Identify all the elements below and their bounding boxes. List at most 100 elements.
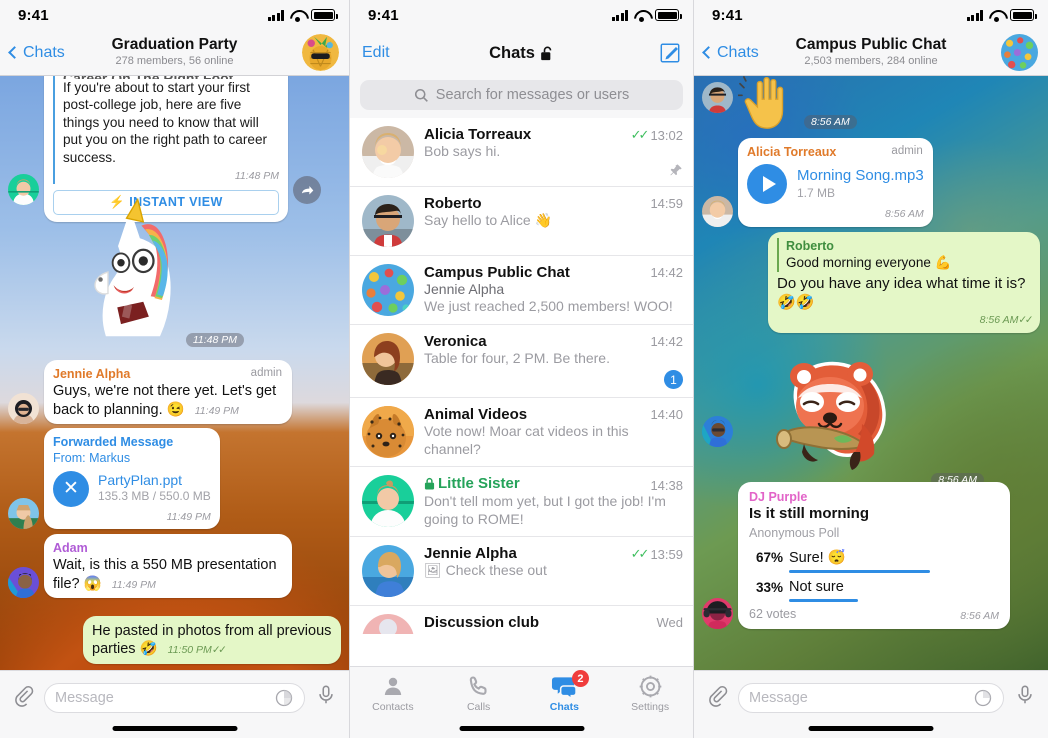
- avatar-adam[interactable]: [8, 566, 39, 598]
- avatar[interactable]: [362, 545, 414, 598]
- phone-icon: [467, 673, 491, 699]
- list-item-body: Campus Public Chat 14:42 Jennie Alpha We…: [424, 264, 683, 316]
- message-bubble-forwarded[interactable]: Forwarded Message From: Markus ✕ PartyPl…: [44, 428, 220, 529]
- avatar-forward-sender[interactable]: [8, 497, 39, 529]
- chat-background-nature: 8:56 AM Alicia Torreaux admin Morning So…: [694, 76, 1048, 670]
- poll-subtitle: Anonymous Poll: [749, 526, 840, 540]
- message-bubble-reply[interactable]: Roberto Good morning everyone 💪 Do you h…: [768, 232, 1040, 334]
- tab-contacts[interactable]: Contacts: [350, 673, 436, 713]
- chat-badges: [424, 163, 683, 177]
- avatar[interactable]: [362, 195, 414, 247]
- message-bubble-jennie[interactable]: Jennie Alpha admin Guys, we're not there…: [44, 360, 292, 424]
- tab-chats[interactable]: 2 Chats: [522, 670, 608, 713]
- tab-calls[interactable]: Calls: [436, 673, 522, 713]
- list-item[interactable]: Jennie Alpha ✓✓ 13:59 🖼 Check these out: [350, 537, 693, 607]
- message-input-right[interactable]: Message: [738, 683, 1004, 713]
- gear-icon: [638, 673, 663, 699]
- message-placeholder: Message: [55, 690, 114, 706]
- avatar[interactable]: [362, 126, 414, 178]
- avatar-dj[interactable]: [702, 416, 733, 447]
- list-item[interactable]: Roberto 14:59 Say hello to Alice 👋: [350, 187, 693, 256]
- back-to-chats-button[interactable]: Chats: [8, 44, 65, 62]
- chat-avatar[interactable]: [1001, 34, 1038, 71]
- paperclip-icon[interactable]: [706, 683, 728, 707]
- home-indicator-left: [112, 726, 237, 731]
- cancel-download-icon[interactable]: ✕: [53, 470, 89, 507]
- avatar[interactable]: [362, 333, 414, 385]
- avatar-dj-purple[interactable]: [702, 598, 733, 630]
- jennie-avatar: [362, 545, 414, 598]
- status-icons: [611, 9, 682, 22]
- poll-option-label: Sure! 😴: [789, 549, 846, 566]
- roberto-avatar: [702, 82, 733, 113]
- avatar[interactable]: [362, 614, 414, 634]
- roberto-avatar: [362, 195, 414, 247]
- avatar[interactable]: [362, 264, 414, 316]
- search-input[interactable]: Search for messages or users: [360, 80, 683, 110]
- sticker-smiley-icon[interactable]: [274, 688, 294, 708]
- read-receipt-icon: ✓✓: [630, 546, 650, 562]
- phone-right-campus-chat: 9:41 Chats Campus Public Chat 2,503 memb…: [694, 0, 1048, 738]
- chat-time: ✓✓ 13:59: [631, 546, 683, 562]
- message-sender-name: Adam: [53, 541, 88, 555]
- waving-hand-sticker[interactable]: [737, 76, 800, 132]
- audio-attachment[interactable]: Morning Song.mp3 1.7 MB: [747, 164, 924, 205]
- back-to-chats-button[interactable]: Chats: [702, 44, 759, 62]
- document-attachment[interactable]: ✕ PartyPlan.ppt 135.3 MB / 550.0 MB: [53, 470, 211, 507]
- message-row-audio: Alicia Torreaux admin Morning Song.mp3 1…: [694, 138, 1048, 227]
- list-item[interactable]: Alicia Torreaux ✓✓ 13:02 Bob says hi.: [350, 118, 693, 187]
- avatar-sender-preview[interactable]: [8, 174, 39, 205]
- avatar-jennie[interactable]: [8, 392, 39, 424]
- page-title: Chats: [489, 43, 535, 62]
- tab-settings[interactable]: Settings: [607, 673, 693, 713]
- chat-avatar[interactable]: [302, 34, 339, 71]
- link-preview-body: Career On The Right Foot If you're about…: [53, 76, 279, 184]
- cellular-signal-icon: [966, 9, 983, 21]
- list-item-body: Animal Videos 14:40 Vote now! Moar cat v…: [424, 406, 683, 458]
- poll-option[interactable]: 67% Sure! 😴: [749, 549, 999, 574]
- chat-name: Little Sister: [438, 475, 520, 493]
- message-placeholder: Message: [749, 690, 808, 706]
- avatar[interactable]: [362, 475, 414, 528]
- poll-bubble[interactable]: DJ Purple Is it still morning Anonymous …: [738, 482, 1010, 630]
- poll-option[interactable]: 33% Not sure: [749, 578, 999, 603]
- list-item[interactable]: Animal Videos 14:40 Vote now! Moar cat v…: [350, 398, 693, 468]
- unicorn-sticker[interactable]: 11:48 PM: [58, 194, 244, 352]
- avatar-roberto[interactable]: [702, 82, 733, 113]
- compose-pencil-icon[interactable]: [659, 42, 681, 64]
- avatar-alicia[interactable]: [702, 195, 733, 227]
- chat-name-secret: Little Sister: [424, 475, 650, 492]
- red-panda-sticker[interactable]: 8:56 AM: [742, 344, 984, 487]
- microphone-icon[interactable]: [315, 683, 337, 707]
- avatar[interactable]: [362, 406, 414, 459]
- forward-message-button[interactable]: [293, 176, 321, 204]
- paperclip-icon[interactable]: [12, 683, 34, 707]
- sticker-smiley-icon[interactable]: [973, 688, 993, 708]
- wifi-icon: [989, 10, 1004, 22]
- list-item[interactable]: Discussion club Wed Veronica Sincerely, …: [350, 606, 693, 634]
- message-bubble-adam[interactable]: Adam Wait, is this a 550 MB presentation…: [44, 534, 292, 598]
- play-icon[interactable]: [747, 164, 787, 205]
- list-item[interactable]: Little Sister 14:38 Don't tell mom yet, …: [350, 467, 693, 538]
- list-item[interactable]: Veronica 14:42 Table for four, 2 PM. Be …: [350, 325, 693, 399]
- list-item-body: Veronica 14:42 Table for four, 2 PM. Be …: [424, 333, 683, 390]
- quoted-message[interactable]: Roberto Good morning everyone 💪: [777, 238, 1031, 272]
- edit-button[interactable]: Edit: [362, 44, 390, 62]
- message-input-left[interactable]: Message: [44, 683, 305, 713]
- message-time: 11:49 PM: [166, 510, 211, 523]
- chat-time: ✓✓ 13:02: [631, 127, 683, 143]
- chat-preview: Don't tell mom yet, but I got the job! I…: [424, 493, 666, 527]
- message-bubble-audio[interactable]: Alicia Torreaux admin Morning Song.mp3 1…: [738, 138, 933, 227]
- chat-time: Wed: [656, 615, 684, 631]
- tab-badge-count: 2: [571, 670, 589, 687]
- list-item[interactable]: Campus Public Chat 14:42 Jennie Alpha We…: [350, 256, 693, 325]
- status-icons: [267, 9, 338, 22]
- chat-list[interactable]: Alicia Torreaux ✓✓ 13:02 Bob says hi. Ro…: [350, 118, 693, 634]
- message-bubble-outgoing[interactable]: He pasted in photos from all previous pa…: [83, 616, 341, 664]
- chat-time: 14:38: [650, 478, 683, 494]
- microphone-icon[interactable]: [1014, 683, 1036, 707]
- poll-bar-fill: [789, 570, 930, 574]
- message-time: 11:49 PM: [111, 578, 156, 591]
- search-icon: [414, 88, 428, 102]
- read-receipt-icon: ✓✓: [630, 127, 650, 142]
